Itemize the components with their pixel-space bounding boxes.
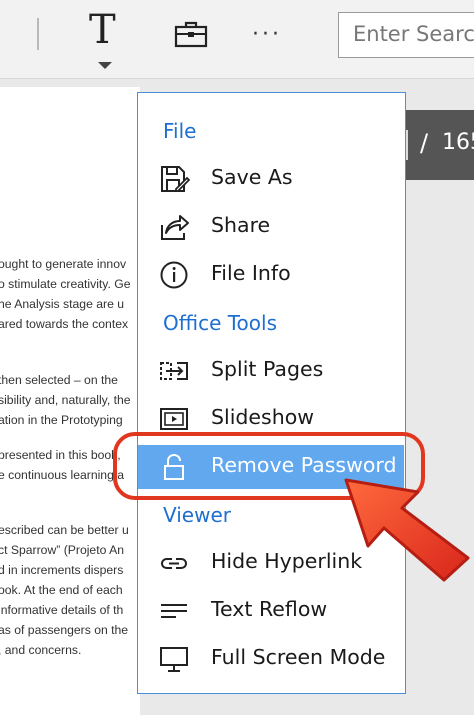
- menu-item-label: Share: [211, 213, 271, 237]
- search-input[interactable]: Enter Search: [338, 12, 474, 58]
- text-tool-button[interactable]: T: [84, 6, 128, 76]
- share-icon: [161, 215, 189, 240]
- pointer-arrow-icon: [344, 478, 470, 582]
- menu-header-viewer: Viewer: [163, 503, 231, 527]
- split-pages-icon: [160, 362, 188, 380]
- menu-item-file-info[interactable]: File Info: [138, 253, 404, 297]
- document-text-line: informative details of th: [0, 603, 124, 617]
- menu-item-label: Split Pages: [211, 357, 324, 381]
- document-text-line: ct Sparrow” (Projeto An: [0, 543, 124, 557]
- menu-item-save-as[interactable]: Save As: [138, 157, 404, 201]
- menu-item-label: File Info: [211, 261, 291, 285]
- page-separator: /: [420, 129, 429, 157]
- document-text-line: as of passengers on the: [0, 623, 129, 637]
- menu-item-label: Text Reflow: [211, 597, 328, 621]
- document-text-line: o stimulate creativity. Ge: [0, 277, 131, 291]
- more-options-button[interactable]: ···: [252, 20, 292, 50]
- monitor-icon: [160, 647, 188, 672]
- dropdown-menu: File Save As Share File Info Office Tool…: [137, 92, 406, 694]
- menu-item-full-screen-mode[interactable]: Full Screen Mode: [138, 637, 404, 681]
- slideshow-icon: [160, 408, 188, 430]
- link-icon: [160, 558, 188, 569]
- menu-item-split-pages[interactable]: Split Pages: [138, 349, 404, 393]
- document-text-line: e continuous learning a: [0, 468, 125, 482]
- briefcase-icon: [174, 21, 208, 48]
- page-total: 165: [442, 130, 474, 155]
- chevron-down-icon: [98, 62, 112, 69]
- search-placeholder: Enter Search: [353, 22, 474, 46]
- menu-header-file: File: [163, 119, 197, 143]
- toolbar-divider: [37, 18, 39, 50]
- menu-item-label: Save As: [211, 165, 293, 189]
- document-text-line: , and concerns.: [0, 643, 82, 657]
- more-icon: ···: [252, 22, 282, 47]
- document-text-line: ought to generate innov: [0, 257, 127, 271]
- briefcase-button[interactable]: [174, 20, 210, 50]
- document-text-line: ook. At the end of each: [0, 583, 123, 597]
- menu-item-text-reflow[interactable]: Text Reflow: [138, 589, 404, 633]
- menu-header-office-tools: Office Tools: [163, 311, 278, 335]
- toolbar: T ··· Enter Search: [0, 0, 474, 79]
- document-text-line: sibility and, naturally, the: [0, 393, 131, 407]
- document-text-line: then selected – on the: [0, 373, 118, 387]
- menu-item-label: Full Screen Mode: [211, 645, 386, 669]
- document-text-line: escribed can be better u: [0, 523, 129, 537]
- menu-item-label: Slideshow: [211, 405, 315, 429]
- text-reflow-icon: [161, 604, 187, 618]
- document-text-line: he Analysis stage are u: [0, 297, 125, 311]
- info-icon: [160, 261, 188, 289]
- text-tool-icon: T: [89, 7, 116, 53]
- document-page: ought to generate innov o stimulate creat…: [0, 87, 140, 715]
- save-as-icon: [161, 166, 190, 192]
- document-text-line: d in increments dispers: [0, 563, 124, 577]
- document-text-line: presented in this book,: [0, 448, 121, 462]
- document-text-line: ation in the Prototyping: [0, 413, 123, 427]
- document-text-line: ared towards the contex: [0, 317, 129, 331]
- menu-item-share[interactable]: Share: [138, 205, 404, 249]
